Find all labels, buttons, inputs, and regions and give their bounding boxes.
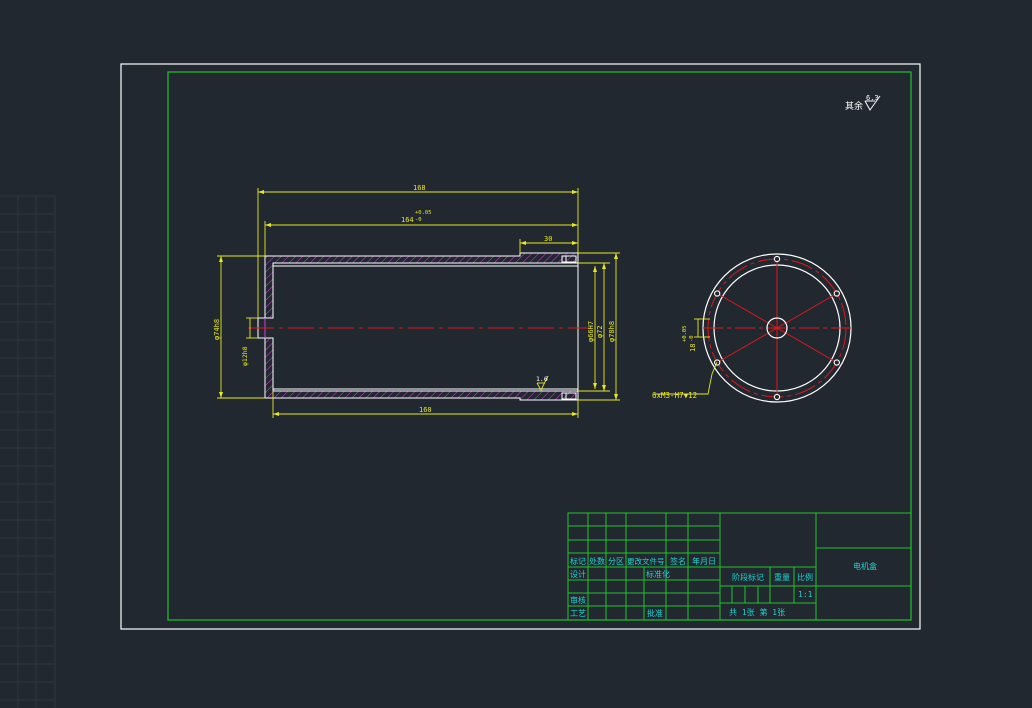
weight-label: 重量: [774, 572, 790, 582]
end-view: 18 +0.05 -0 6xM3-H7▼12: [652, 253, 852, 403]
background-grid: [0, 195, 56, 708]
header-zone: 分区: [608, 557, 624, 566]
row-process: 工艺: [570, 609, 586, 618]
dim-inner-tol-upper: +0.05: [415, 210, 432, 216]
radial-centerlines: [703, 259, 851, 397]
scale-value: 1:1: [798, 590, 813, 599]
dim-flange-diameter: φ78h8: [608, 321, 616, 342]
title-block-texts: 标记 处数 分区 更改文件号 签名 年月日 设计 标准化 审核 工艺 批准 阶段…: [570, 556, 877, 618]
stage-mark: 阶段标记: [732, 572, 764, 582]
end-view-texts: 18 +0.05 -0 6xM3-H7▼12: [652, 325, 697, 400]
roughness-value: 6.3: [866, 94, 879, 102]
dim-slot: 18: [689, 344, 697, 352]
dim-inner-length: 164: [401, 216, 414, 224]
row-design: 设计: [570, 569, 586, 579]
header-count: 处数: [589, 556, 605, 566]
bottom-wall-hatch: [264, 337, 579, 401]
dimension-arrowheads: [219, 190, 618, 416]
dim-boss-diameter: φ12h8: [241, 346, 249, 366]
dim-step-length: 30: [544, 235, 552, 243]
hole-note: 6xM3-H7▼12: [652, 391, 697, 400]
dim-slot-tol-upper: +0.05: [682, 325, 688, 342]
dim-outer-diameter: φ74h8: [213, 319, 221, 340]
dim-mid-diameter: φ72: [596, 325, 604, 338]
dim-slot-tol-lower: -0: [689, 335, 695, 342]
roughness-inner: 1.6: [536, 375, 548, 383]
roughness-note: 其余: [845, 100, 863, 112]
row-standardize: 标准化: [646, 569, 670, 579]
header-mark: 标记: [570, 556, 586, 566]
row-review: 审核: [570, 595, 586, 605]
part-name: 电机盒: [853, 561, 877, 571]
drawing-frame: [167, 71, 912, 621]
dim-bottom-length: 160: [419, 406, 432, 414]
dim-overall-length: 168: [413, 184, 426, 192]
dim-bore-diameter: φ66H7: [587, 321, 595, 342]
header-change-doc: 更改文件号: [627, 556, 665, 566]
sheets-info: 共 1张 第 1张: [729, 607, 785, 617]
dim-inner-tol-lower: -0: [415, 217, 422, 223]
scale-label: 比例: [797, 572, 813, 582]
header-date: 年月日: [692, 556, 716, 566]
row-approve: 批准: [647, 608, 663, 618]
header-signature: 签名: [670, 556, 686, 566]
top-wall-hatch: [264, 252, 579, 319]
cad-drawing-canvas: 其余 6.3 168 164 +0.05 -0 30 160 1.6 φ74h8…: [0, 63, 921, 708]
